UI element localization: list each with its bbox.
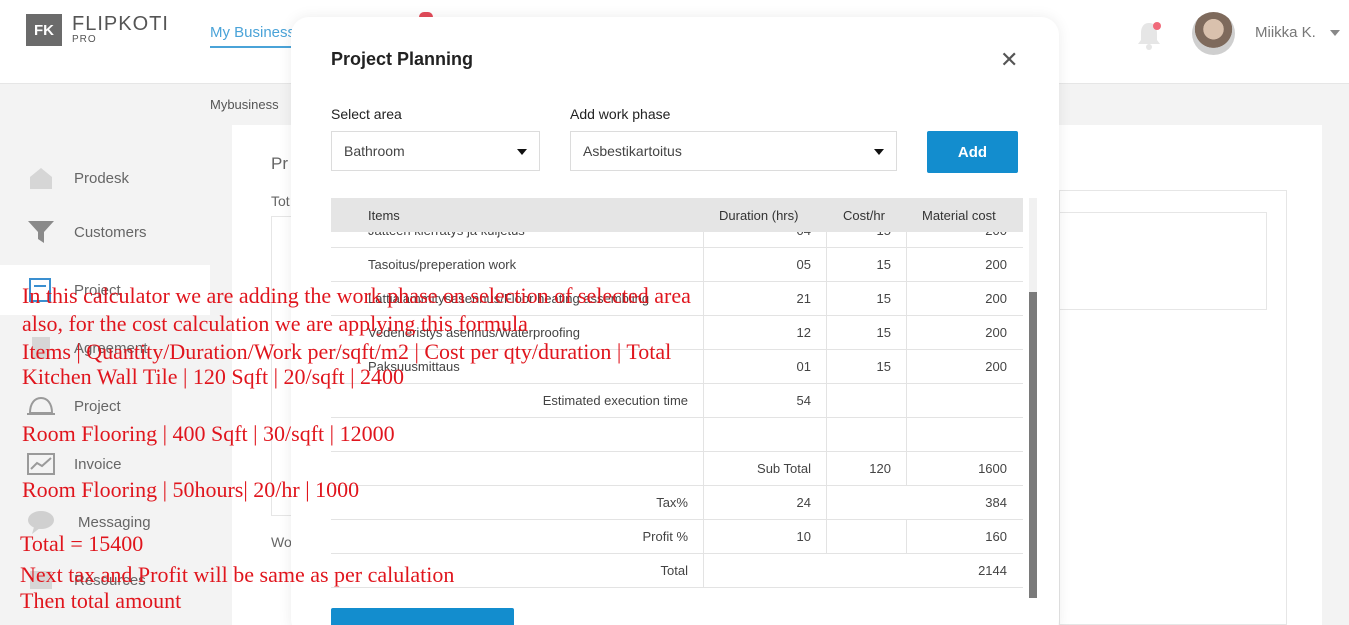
- sidebar-item-label: Prodesk: [74, 169, 130, 187]
- work-phase-value: Asbestikartoitus: [583, 143, 682, 159]
- logo-sub: PRO: [72, 34, 97, 45]
- header-material: Material cost: [922, 208, 996, 223]
- select-area-dropdown[interactable]: Bathroom: [331, 131, 540, 171]
- close-icon[interactable]: ✕: [1000, 49, 1018, 71]
- total-value: 2144: [978, 563, 1007, 578]
- add-button[interactable]: Add: [927, 131, 1018, 173]
- sidebar-item-label: Invoice: [74, 455, 122, 473]
- bell-badge: [1153, 22, 1161, 30]
- annotation-line: Next tax and Profit will be same as per …: [20, 562, 455, 587]
- cell-duration: 12: [796, 325, 811, 340]
- profit-percent: 10: [796, 529, 811, 544]
- estimated-label: Estimated execution time: [542, 393, 688, 408]
- work-phase-label: Add work phase: [570, 106, 671, 122]
- table-row-empty: [331, 418, 1023, 452]
- cell-material: 200: [985, 291, 1007, 306]
- table-row-tax: Tax% 24 384: [331, 486, 1023, 520]
- select-area-value: Bathroom: [344, 143, 405, 159]
- cell-material: 200: [985, 257, 1007, 272]
- invoice-icon: [27, 453, 55, 475]
- sidebar-item-label: Messaging: [78, 513, 151, 531]
- background-card-inner: [1059, 212, 1267, 310]
- tax-label: Tax%: [656, 495, 688, 510]
- table-row-subtotal: Sub Total 120 1600: [331, 452, 1023, 486]
- cell-material: 200: [985, 359, 1007, 374]
- subtotal-cost: 120: [869, 461, 891, 476]
- page-title: Pr: [271, 154, 288, 173]
- sidebar-item-label: Customers: [74, 223, 147, 241]
- cell-material: 200: [985, 232, 1007, 248]
- profit-label: Profit %: [642, 529, 688, 544]
- annotation-line: Kitchen Wall Tile | 120 Sqft | 20/sqft |…: [22, 364, 404, 389]
- cell-duration: 01: [796, 359, 811, 374]
- caret-down-icon: [874, 149, 884, 155]
- header-duration: Duration (hrs): [719, 208, 799, 223]
- tax-value: 384: [985, 495, 1007, 510]
- cell-cost: 15: [876, 359, 891, 374]
- caret-down-icon: [517, 149, 527, 155]
- logo-mark: FK: [26, 14, 62, 46]
- total-label: Tot: [271, 193, 290, 209]
- sidebar-item-label: Project: [74, 397, 121, 415]
- table-header: Items Duration (hrs) Cost/hr Material co…: [331, 198, 1023, 232]
- cell-material: 200: [985, 325, 1007, 340]
- cell-cost: 15: [877, 232, 891, 248]
- planning-table: Items Duration (hrs) Cost/hr Material co…: [331, 198, 1037, 598]
- funnel-icon: [28, 221, 54, 243]
- header-cost: Cost/hr: [843, 208, 885, 223]
- annotation-line: In this calculator we are adding the wor…: [22, 283, 691, 308]
- profit-value: 160: [985, 529, 1007, 544]
- table-row: Jatteen kierratys ja kuljetus 04 15 200: [331, 232, 1023, 248]
- app-logo[interactable]: FK FLIPKOTI PRO: [26, 14, 169, 46]
- cell-duration: 21: [796, 291, 811, 306]
- home-icon: [30, 168, 52, 189]
- modal-title: Project Planning: [331, 49, 474, 69]
- cell-item: Jatteen kierratys ja kuljetus: [368, 232, 525, 248]
- annotation-line: Room Flooring | 400 Sqft | 30/sqft | 120…: [22, 421, 395, 446]
- sidebar-item-prodesk[interactable]: Prodesk: [0, 153, 210, 203]
- cell-cost: 15: [876, 257, 891, 272]
- nav-tab-my-business[interactable]: My Business: [210, 24, 296, 48]
- user-name[interactable]: Miikka K.: [1255, 24, 1316, 41]
- annotation-line: also, for the cost calculation we are ap…: [22, 311, 528, 336]
- annotation-line: Items | Quantity/Duration/Work per/sqft/…: [22, 339, 672, 364]
- logo-name: FLIPKOTI: [72, 13, 169, 35]
- table-scroll-thumb[interactable]: [1029, 292, 1037, 598]
- chevron-down-icon[interactable]: [1330, 30, 1340, 36]
- table-row: Tasoitus/preperation work 05 15 200: [331, 248, 1023, 282]
- work-phase-dropdown[interactable]: Asbestikartoitus: [570, 131, 897, 171]
- hardhat-icon: [27, 396, 55, 415]
- total-label: Total: [660, 563, 688, 578]
- annotation-line: Total = 15400: [20, 531, 144, 556]
- sidebar-item-customers[interactable]: Customers: [0, 207, 210, 257]
- header-items: Items: [368, 208, 400, 223]
- work-label: Wo: [271, 534, 292, 550]
- cell-duration: 05: [796, 257, 811, 272]
- table-row-estimated: Estimated execution time 54: [331, 384, 1023, 418]
- cell-cost: 15: [876, 325, 891, 340]
- annotation-line: Room Flooring | 50hours| 20/hr | 1000: [22, 477, 360, 502]
- cell-item: Tasoitus/preperation work: [368, 257, 517, 272]
- tax-percent: 24: [796, 495, 811, 510]
- select-area-label: Select area: [331, 106, 402, 122]
- cell-cost: 15: [876, 291, 891, 306]
- subtotal-material: 1600: [978, 461, 1007, 476]
- annotation-line: Then total amount: [20, 588, 182, 613]
- estimated-value: 54: [796, 393, 811, 408]
- avatar[interactable]: [1192, 12, 1235, 55]
- table-row-profit: Profit % 10 160: [331, 520, 1023, 554]
- add-more-button[interactable]: [331, 608, 514, 625]
- cell-duration: 04: [797, 232, 811, 248]
- breadcrumb[interactable]: Mybusiness: [210, 97, 279, 112]
- subtotal-label: Sub Total: [757, 461, 811, 476]
